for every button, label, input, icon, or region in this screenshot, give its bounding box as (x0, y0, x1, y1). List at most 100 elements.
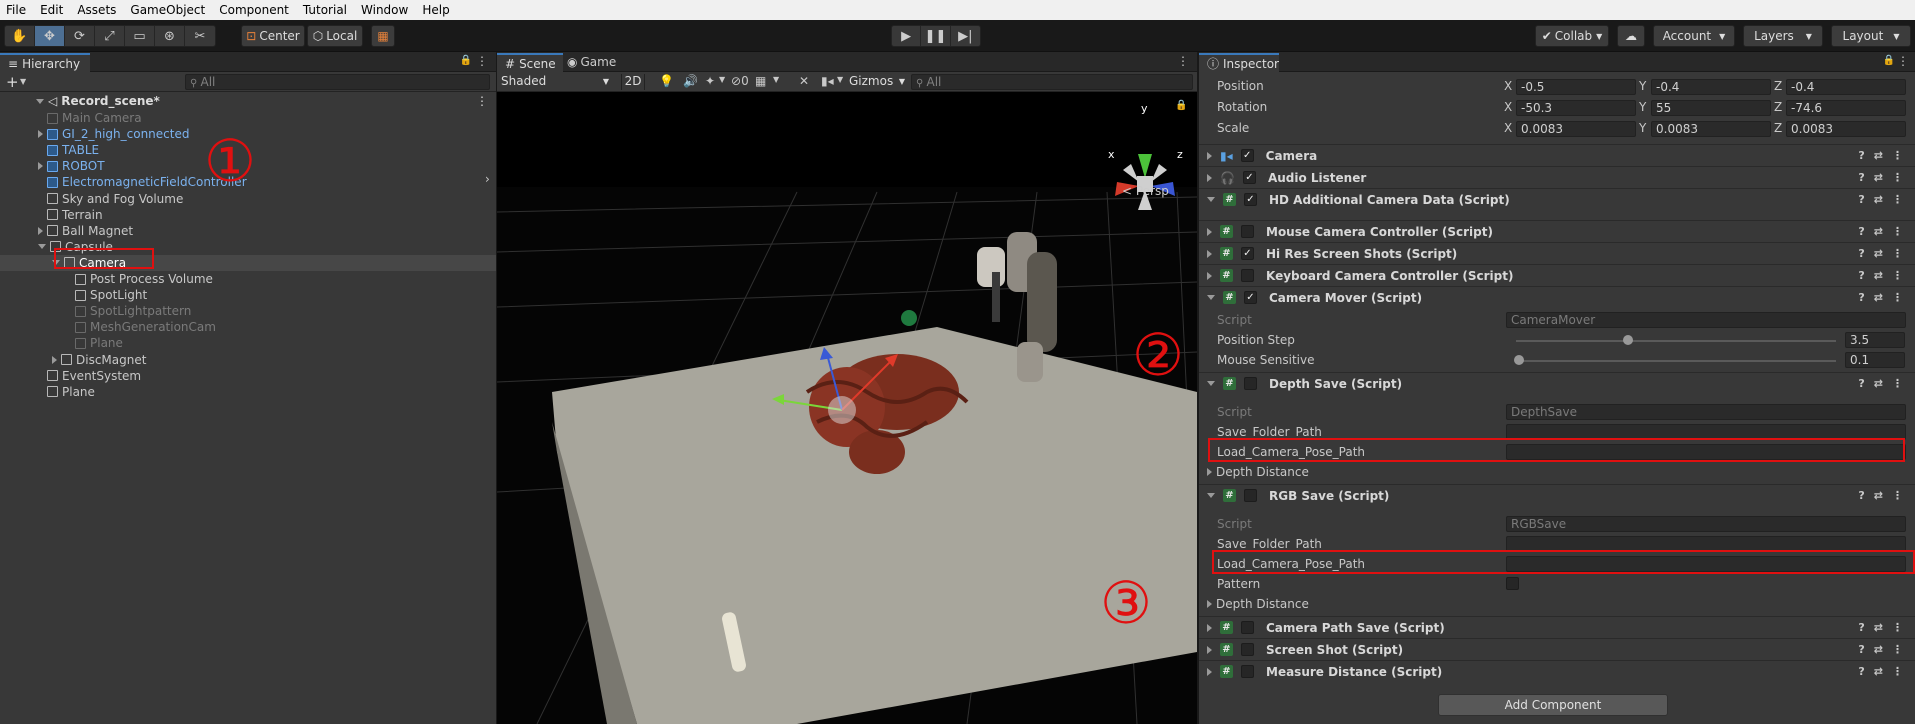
load-camera-pose-path-input[interactable] (1506, 444, 1906, 460)
kebab-menu-icon[interactable]: ⋮ (1892, 171, 1903, 184)
kebab-menu-icon[interactable]: ⋮ (1892, 665, 1903, 678)
preset-icon[interactable]: ⇄ (1874, 643, 1883, 656)
preset-icon[interactable]: ⇄ (1874, 193, 1883, 206)
fold-icon[interactable] (38, 226, 43, 235)
kebab-menu-icon[interactable]: ⋮ (476, 54, 488, 68)
preset-icon[interactable]: ⇄ (1874, 269, 1883, 282)
effects-dropdown-icon[interactable]: ▼ (719, 75, 725, 84)
transform-rotation-x-input[interactable]: -50.3 (1516, 100, 1636, 116)
scene-kebab-icon[interactable]: ⋮ (476, 94, 488, 108)
enable-checkbox[interactable] (1241, 269, 1254, 282)
transform-scale-x-input[interactable]: 0.0083 (1516, 121, 1636, 137)
transform-position-y-input[interactable]: -0.4 (1651, 79, 1771, 95)
fold-icon[interactable] (1207, 197, 1215, 202)
fold-icon[interactable] (1207, 468, 1212, 476)
preset-icon[interactable]: ⇄ (1874, 171, 1883, 184)
kebab-menu-icon[interactable]: ⋮ (1892, 489, 1903, 502)
hand-tool-icon[interactable]: ✋ (5, 26, 35, 46)
help-icon[interactable]: ? (1858, 193, 1864, 206)
transform-scale-z-input[interactable]: 0.0083 (1786, 121, 1906, 137)
menu-item-gameobject[interactable]: GameObject (130, 3, 205, 17)
depth-distance-foldout[interactable]: Depth Distance (1207, 465, 1309, 479)
script-reference-field[interactable]: RGBSave (1506, 516, 1906, 532)
layout-dropdown[interactable]: Layout ▼ (1831, 25, 1911, 47)
pivot-local-button[interactable]: ⬡ Local (307, 25, 363, 47)
enable-checkbox[interactable]: ✓ (1244, 291, 1257, 304)
enable-checkbox[interactable]: ✓ (1244, 193, 1257, 206)
scene-root-row[interactable]: ◁ Record_scene* ⋮ (0, 92, 496, 110)
help-icon[interactable]: ? (1858, 269, 1864, 282)
script-reference-field[interactable]: DepthSave (1506, 404, 1906, 420)
component-header[interactable]: # ✓ Camera Mover (Script)? ⇄ ⋮ (1199, 286, 1915, 308)
preset-icon[interactable]: ⇄ (1874, 291, 1883, 304)
account-dropdown[interactable]: Account ▼ (1653, 25, 1735, 47)
enable-checkbox[interactable] (1241, 621, 1254, 634)
chevron-right-icon[interactable]: › (485, 172, 490, 186)
preset-icon[interactable]: ⇄ (1874, 621, 1883, 634)
hierarchy-item-discmagnet[interactable]: DiscMagnet (0, 352, 496, 368)
gizmos-dropdown[interactable]: Gizmos ▼ (849, 74, 907, 90)
enable-checkbox[interactable]: ✓ (1241, 247, 1254, 260)
fold-icon[interactable] (1207, 295, 1215, 300)
kebab-menu-icon[interactable]: ⋮ (1892, 149, 1903, 162)
hierarchy-item-spotlightpattern[interactable]: SpotLightpattern (0, 303, 496, 319)
hierarchy-item-plane[interactable]: Plane (0, 384, 496, 400)
kebab-menu-icon[interactable]: ⋮ (1897, 54, 1909, 68)
fold-icon[interactable] (1207, 249, 1212, 258)
shading-dropdown[interactable]: Shaded ▼ (501, 74, 611, 90)
play-icon[interactable]: ▶ (892, 26, 922, 46)
fold-icon[interactable] (1207, 600, 1212, 608)
camera-icon[interactable]: ▮◂ (821, 74, 834, 88)
help-icon[interactable]: ? (1858, 171, 1864, 184)
component-header[interactable]: # Measure Distance (Script)? ⇄ ⋮ (1199, 660, 1915, 682)
scene-kebab-icon[interactable]: ⋮ (1177, 54, 1189, 68)
persp-label[interactable]: < Persp (1122, 184, 1169, 198)
menu-item-window[interactable]: Window (361, 3, 408, 17)
hierarchy-item-meshgenerationcam[interactable]: MeshGenerationCam (0, 319, 496, 335)
fold-icon[interactable] (1207, 227, 1212, 236)
collab-button[interactable]: ✔ Collab ▼ (1535, 25, 1609, 47)
fold-icon[interactable] (1207, 151, 1212, 160)
component-header[interactable]: # Depth Save (Script)? ⇄ ⋮ (1199, 372, 1915, 394)
menu-item-tutorial[interactable]: Tutorial (303, 3, 347, 17)
slider-thumb[interactable] (1623, 335, 1633, 345)
help-icon[interactable]: ? (1858, 643, 1864, 656)
enable-checkbox[interactable]: ✓ (1242, 171, 1256, 184)
menu-item-edit[interactable]: Edit (40, 3, 63, 17)
position-step-slider[interactable] (1516, 340, 1836, 342)
hierarchy-item-spotlight[interactable]: SpotLight (0, 287, 496, 303)
lock-icon[interactable]: 🔒 (460, 55, 472, 66)
component-header[interactable]: # RGB Save (Script)? ⇄ ⋮ (1199, 484, 1915, 506)
component-header[interactable]: # Mouse Camera Controller (Script)? ⇄ ⋮ (1199, 220, 1915, 242)
load-camera-pose-path-input[interactable] (1506, 556, 1906, 572)
transform-rotation-z-input[interactable]: -74.6 (1786, 100, 1906, 116)
kebab-menu-icon[interactable]: ⋮ (1892, 291, 1903, 304)
hidden-objects-icon[interactable]: ⊘0 (731, 74, 749, 88)
hierarchy-item-ball-magnet[interactable]: Ball Magnet (0, 223, 496, 239)
tab-scene[interactable]: # Scene (497, 53, 563, 72)
transform-tool-icon[interactable]: ⊛ (155, 26, 185, 46)
grid-snap-icon[interactable]: ▦ (371, 25, 395, 47)
help-icon[interactable]: ? (1858, 621, 1864, 634)
lock-icon[interactable]: 🔒 (1883, 55, 1895, 66)
help-icon[interactable]: ? (1858, 149, 1864, 162)
fold-icon[interactable] (38, 244, 46, 250)
slider-thumb[interactable] (1514, 355, 1525, 365)
hierarchy-item-capsule[interactable]: Capsule (0, 239, 496, 255)
enable-checkbox[interactable]: ✓ (1240, 149, 1254, 162)
enable-checkbox[interactable] (1244, 489, 1257, 502)
hierarchy-item-post-process-volume[interactable]: Post Process Volume (0, 271, 496, 287)
help-icon[interactable]: ? (1858, 489, 1864, 502)
tab-hierarchy[interactable]: ≡ Hierarchy (0, 53, 90, 72)
position-step-input[interactable]: 3.5 (1845, 332, 1905, 348)
custom-tool-icon[interactable]: ✂ (185, 26, 215, 46)
hierarchy-item-main-camera[interactable]: Main Camera (0, 110, 496, 126)
hierarchy-item-plane[interactable]: Plane (0, 335, 496, 351)
layers-dropdown[interactable]: Layers ▼ (1743, 25, 1823, 47)
kebab-menu-icon[interactable]: ⋮ (1892, 269, 1903, 282)
effects-icon[interactable]: ✦ (705, 74, 715, 88)
pause-icon[interactable]: ❚❚ (921, 26, 951, 46)
rect-tool-icon[interactable]: ▭ (125, 26, 155, 46)
fold-icon[interactable] (1207, 271, 1212, 280)
component-header[interactable]: # Screen Shot (Script)? ⇄ ⋮ (1199, 638, 1915, 660)
